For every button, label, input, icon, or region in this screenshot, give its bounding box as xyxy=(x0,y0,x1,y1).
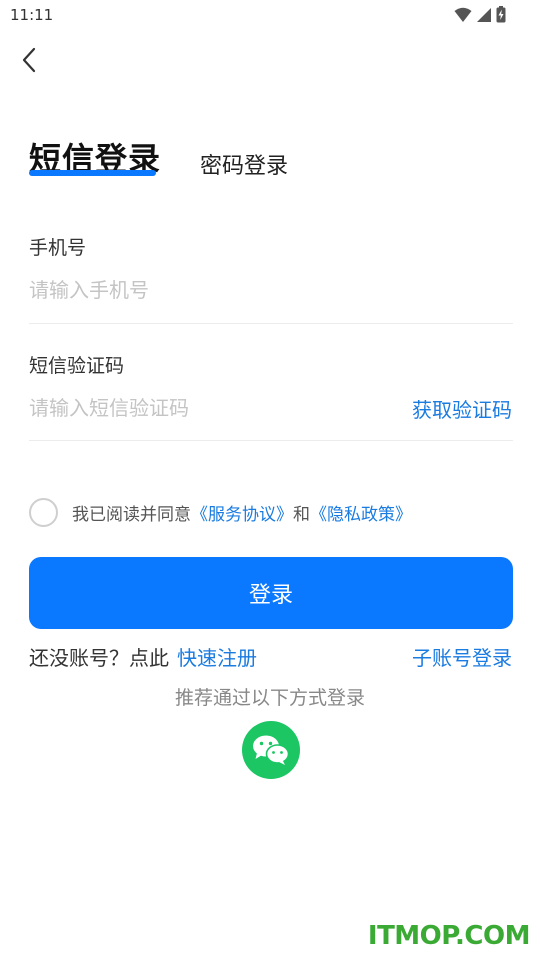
phone-label: 手机号 xyxy=(29,237,87,259)
battery-charging-icon xyxy=(496,6,506,23)
quick-register-link[interactable]: 快速注册 xyxy=(177,642,257,671)
register-row: 还没账号？点此 快速注册 xyxy=(29,642,257,671)
get-code-button[interactable]: 获取验证码 xyxy=(412,394,512,423)
status-icons xyxy=(454,6,506,23)
sms-code-input[interactable] xyxy=(29,392,389,424)
chevron-left-icon xyxy=(22,47,36,73)
wifi-icon xyxy=(454,7,472,22)
service-agreement-link[interactable]: 《服务协议》 xyxy=(191,500,293,525)
status-bar: 11:11 xyxy=(0,0,540,30)
sms-code-label: 短信验证码 xyxy=(29,355,125,377)
wechat-login-button[interactable] xyxy=(242,721,300,779)
privacy-policy-link[interactable]: 《隐私政策》 xyxy=(310,500,412,525)
agreement-prefix: 我已阅读并同意 xyxy=(72,505,191,525)
back-button[interactable] xyxy=(14,44,44,76)
login-button[interactable]: 登录 xyxy=(29,557,513,629)
agreement-row: 我已阅读并同意 《服务协议》 和 《隐私政策》 xyxy=(29,498,412,527)
tab-password-login[interactable]: 密码登录 xyxy=(200,148,288,180)
phone-input[interactable] xyxy=(29,274,513,306)
sms-code-divider xyxy=(29,440,513,441)
active-tab-indicator xyxy=(29,170,156,176)
status-time: 11:11 xyxy=(10,6,54,24)
watermark-logo: ITMOP.COM xyxy=(367,921,531,951)
agreement-conjunction: 和 xyxy=(293,505,310,525)
phone-divider xyxy=(29,323,513,324)
cell-signal-icon xyxy=(477,7,491,22)
wechat-icon xyxy=(253,735,290,765)
alt-login-text: 推荐通过以下方式登录 xyxy=(174,687,365,709)
agreement-checkbox[interactable] xyxy=(29,498,58,527)
register-prompt: 还没账号？点此 xyxy=(29,646,169,670)
sub-account-login-link[interactable]: 子账号登录 xyxy=(412,642,512,671)
